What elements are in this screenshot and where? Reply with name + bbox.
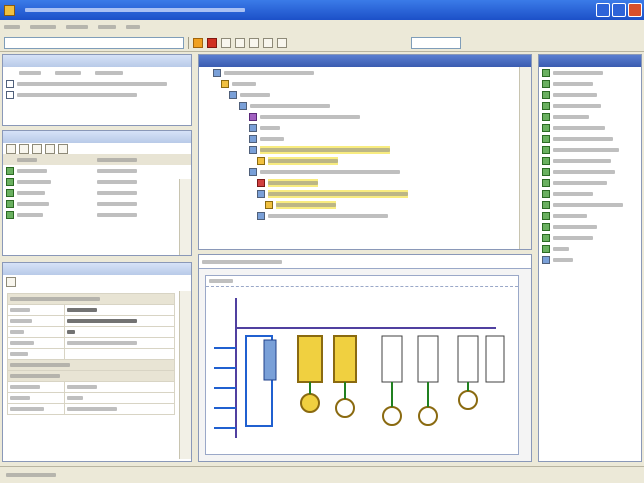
- property-row[interactable]: [6, 304, 175, 316]
- filter-button[interactable]: [58, 143, 68, 154]
- tree-node[interactable]: [199, 166, 531, 177]
- list-item[interactable]: [3, 78, 191, 89]
- tree-node[interactable]: [199, 177, 531, 188]
- app-icon: [4, 4, 15, 16]
- table-row[interactable]: [3, 198, 191, 209]
- tree-node[interactable]: [199, 78, 531, 89]
- toolbar-button-3[interactable]: [221, 37, 231, 48]
- filter-button[interactable]: [19, 143, 29, 154]
- property-row[interactable]: [6, 326, 175, 338]
- list-item[interactable]: [539, 111, 641, 122]
- tree-node[interactable]: [199, 199, 531, 210]
- menu-item-5[interactable]: [126, 23, 140, 31]
- scrollbar[interactable]: [179, 179, 191, 255]
- toolbar-combo[interactable]: [4, 36, 184, 49]
- tree-panel-header: [199, 55, 531, 67]
- tree-node[interactable]: [199, 144, 531, 155]
- property-row[interactable]: [6, 337, 175, 349]
- filter-button[interactable]: [6, 143, 16, 154]
- list-item[interactable]: [539, 133, 641, 144]
- left-top-panel: [2, 54, 192, 126]
- tree-node[interactable]: [199, 133, 531, 144]
- properties-grid: [6, 293, 175, 415]
- list-item[interactable]: [539, 89, 641, 100]
- diagram-panel: [198, 254, 532, 462]
- tree-node[interactable]: [199, 89, 531, 100]
- diagram-tab[interactable]: [199, 255, 531, 269]
- minimize-button[interactable]: [596, 3, 610, 17]
- title-bar: [0, 0, 644, 20]
- properties-panel: [2, 262, 192, 462]
- tree-node[interactable]: [199, 188, 531, 199]
- menu-item-3[interactable]: [66, 23, 88, 31]
- list-item[interactable]: [539, 166, 641, 177]
- list-item[interactable]: [539, 100, 641, 111]
- list-item[interactable]: [539, 78, 641, 89]
- tree-node[interactable]: [199, 155, 531, 166]
- table-row[interactable]: [3, 165, 191, 176]
- menu-bar: [0, 20, 644, 34]
- list-item[interactable]: [539, 122, 641, 133]
- list-item[interactable]: [539, 188, 641, 199]
- diagram-canvas[interactable]: [205, 275, 519, 455]
- list-item[interactable]: [539, 243, 641, 254]
- tree-panel: [198, 54, 532, 250]
- property-row[interactable]: [6, 381, 175, 393]
- properties-panel-header: [3, 263, 191, 275]
- tree-node[interactable]: [199, 122, 531, 133]
- toolbar-button-7[interactable]: [277, 37, 287, 48]
- zoom-combo[interactable]: [411, 36, 461, 49]
- status-text-blur: [6, 473, 56, 477]
- status-bar: [0, 466, 644, 483]
- list-item[interactable]: [3, 89, 191, 100]
- toolbar-button-5[interactable]: [249, 37, 259, 48]
- tree-node[interactable]: [199, 100, 531, 111]
- list-item[interactable]: [539, 155, 641, 166]
- table-row[interactable]: [3, 187, 191, 198]
- menu-item-1[interactable]: [4, 23, 20, 31]
- toolbar-button-1[interactable]: [193, 37, 203, 48]
- table-row[interactable]: [3, 209, 191, 220]
- tree-node[interactable]: [199, 111, 531, 122]
- toolbar-button-4[interactable]: [235, 37, 245, 48]
- maximize-button[interactable]: [612, 3, 626, 17]
- left-top-panel-header: [3, 55, 191, 67]
- list-item[interactable]: [539, 254, 641, 265]
- list-item[interactable]: [539, 144, 641, 155]
- toolbar-button-2[interactable]: [207, 37, 217, 48]
- toolbar-button-6[interactable]: [263, 37, 273, 48]
- toolbar-separator: [188, 36, 189, 49]
- ladder-diagram: [214, 298, 505, 438]
- list-item[interactable]: [539, 221, 641, 232]
- scrollbar[interactable]: [179, 291, 191, 459]
- diagram-section-label: [206, 276, 518, 287]
- list-item[interactable]: [539, 210, 641, 221]
- close-button[interactable]: [628, 3, 642, 17]
- table-row[interactable]: [3, 176, 191, 187]
- property-row[interactable]: [6, 392, 175, 404]
- right-panel-header: [539, 55, 641, 67]
- tree-node[interactable]: [199, 210, 531, 221]
- property-row[interactable]: [6, 315, 175, 327]
- list-item[interactable]: [539, 232, 641, 243]
- property-row[interactable]: [6, 403, 175, 415]
- scrollbar[interactable]: [519, 67, 531, 249]
- menu-item-2[interactable]: [30, 23, 56, 31]
- list-item[interactable]: [539, 67, 641, 78]
- menu-item-4[interactable]: [98, 23, 116, 31]
- filter-button[interactable]: [32, 143, 42, 154]
- table-header: [3, 154, 191, 165]
- right-panel: [538, 54, 642, 462]
- list-item[interactable]: [539, 177, 641, 188]
- property-row[interactable]: [6, 348, 175, 360]
- left-mid-panel-header: [3, 131, 191, 143]
- toolbar: [0, 34, 644, 52]
- list-item[interactable]: [539, 199, 641, 210]
- properties-toolbar-button[interactable]: [6, 277, 16, 287]
- tree-node[interactable]: [199, 67, 531, 78]
- filter-button[interactable]: [45, 143, 55, 154]
- left-mid-panel: [2, 130, 192, 256]
- window-title-text: [25, 8, 245, 12]
